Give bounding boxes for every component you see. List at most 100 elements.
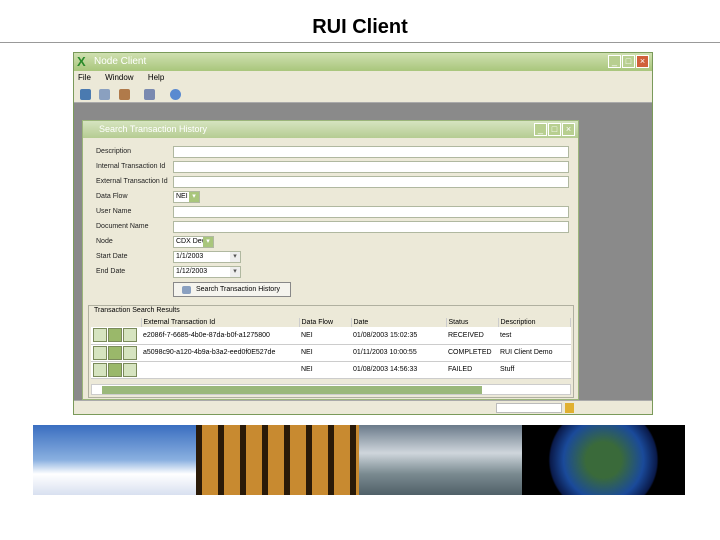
user-name-input[interactable] (173, 206, 569, 218)
end-date-value: 1/12/2003 (176, 268, 208, 275)
forest-sunset-image (196, 425, 359, 495)
search-transaction-dialog: Search Transaction History _ □ × Descrip… (82, 120, 579, 400)
cell-status: RECEIVED (446, 327, 498, 345)
label-internal-id: Internal Transaction Id (96, 163, 166, 170)
document-icon[interactable] (93, 328, 107, 343)
chevron-down-icon[interactable]: ▾ (230, 252, 240, 262)
external-id-input[interactable] (173, 176, 569, 188)
menu-bar: File Window Help (74, 71, 652, 84)
cell-description: Stuff (498, 361, 571, 379)
document-icon[interactable] (93, 362, 107, 377)
node-value: CDX Dev (176, 238, 206, 245)
status-field (496, 403, 562, 413)
transfer-icon[interactable] (144, 89, 156, 100)
label-node: Node (96, 238, 113, 245)
lock-icon (565, 403, 574, 413)
table-row[interactable]: e2086f-7-6685-4b0e-87da-b0f-a1275800 NEI… (91, 327, 571, 345)
cell-external-id: e2086f-7-6685-4b0e-87da-b0f-a1275800 (141, 327, 299, 345)
toolbar (74, 84, 652, 103)
chevron-down-icon[interactable]: ▾ (230, 267, 240, 277)
app-logo-icon: X (77, 54, 86, 69)
column-header[interactable]: External Transaction Id (141, 318, 300, 327)
menu-help[interactable]: Help (148, 73, 164, 82)
table-row[interactable]: NEI 01/08/2003 14:56:33 FAILED Stuff (91, 361, 571, 379)
window-title: Node Client (94, 56, 147, 67)
slide-title: RUI Client (312, 16, 408, 38)
label-data-flow: Data Flow (96, 193, 128, 200)
cell-date: 01/11/2003 10:00:55 (351, 344, 446, 362)
status-bar (74, 400, 652, 414)
cell-description: test (498, 327, 571, 345)
cell-external-id (141, 361, 299, 379)
cell-external-id: a5098c90-a120-4b9a-b3a2-eed0f0E527de (141, 344, 299, 362)
download-icon[interactable] (108, 362, 122, 377)
node-client-window: X Node Client _ □ × File Window Help Sea… (73, 52, 653, 415)
data-flow-select[interactable]: NEI ▾ (173, 191, 200, 203)
cell-date: 01/08/2003 14:56:33 (351, 361, 446, 379)
document-name-input[interactable] (173, 221, 569, 233)
cell-data-flow: NEI (299, 344, 351, 362)
horizontal-scrollbar[interactable] (91, 384, 571, 395)
search-transaction-history-button[interactable]: Search Transaction History (173, 282, 291, 297)
results-panel: Transaction Search Results External Tran… (88, 305, 574, 398)
users-icon[interactable] (118, 89, 130, 100)
search-icon (182, 286, 191, 294)
earth-globe-image (522, 425, 685, 495)
column-header[interactable]: Status (446, 318, 499, 327)
cell-data-flow: NEI (299, 327, 351, 345)
minimize-button[interactable]: _ (608, 55, 621, 68)
cell-status: FAILED (446, 361, 498, 379)
table-header: External Transaction Id Data Flow Date S… (91, 318, 571, 327)
help-icon[interactable] (169, 89, 181, 100)
label-start-date: Start Date (96, 253, 128, 260)
label-end-date: End Date (96, 268, 126, 275)
label-external-id: External Transaction Id (96, 178, 168, 185)
node-select[interactable]: CDX Dev ▾ (173, 236, 214, 248)
data-flow-value: NEI (176, 193, 188, 200)
chevron-down-icon[interactable]: ▾ (203, 237, 213, 247)
download-icon[interactable] (108, 328, 122, 343)
ocean-waves-image (359, 425, 522, 495)
document-icon[interactable] (93, 345, 107, 360)
description-input[interactable] (173, 146, 569, 158)
label-description: Description (96, 148, 132, 155)
dialog-close-button[interactable]: × (562, 123, 575, 136)
menu-file[interactable]: File (78, 73, 91, 82)
search-button-label: Search Transaction History (196, 286, 281, 293)
cell-date: 01/08/2003 15:02:35 (351, 327, 446, 345)
dialog-title: Search Transaction History (99, 124, 208, 134)
sky-clouds-image (33, 425, 196, 495)
view-icon[interactable] (123, 328, 137, 343)
window-titlebar[interactable]: X Node Client _ □ × (74, 53, 652, 71)
results-title: Transaction Search Results (94, 307, 180, 314)
column-header[interactable]: Date (351, 318, 447, 327)
start-date-value: 1/1/2003 (176, 253, 204, 260)
scrollbar-thumb[interactable] (102, 386, 482, 394)
dialog-titlebar[interactable]: Search Transaction History _ □ × (83, 121, 578, 138)
table-row[interactable]: a5098c90-a120-4b9a-b3a2-eed0f0E527de NEI… (91, 344, 571, 362)
actions-header (91, 318, 142, 327)
maximize-button[interactable]: □ (622, 55, 635, 68)
chevron-down-icon[interactable]: ▾ (189, 192, 199, 202)
search-icon[interactable] (99, 89, 111, 100)
column-header[interactable]: Data Flow (299, 318, 352, 327)
view-icon[interactable] (123, 362, 137, 377)
dialog-minimize-button[interactable]: _ (534, 123, 547, 136)
end-date-picker[interactable]: 1/12/2003 ▾ (173, 266, 241, 278)
label-document-name: Document Name (96, 223, 149, 230)
dialog-maximize-button[interactable]: □ (548, 123, 561, 136)
cell-data-flow: NEI (299, 361, 351, 379)
label-user-name: User Name (96, 208, 132, 215)
connect-icon[interactable] (80, 89, 91, 100)
title-divider (0, 42, 720, 43)
start-date-picker[interactable]: 1/1/2003 ▾ (173, 251, 241, 263)
cell-description: RUI Client Demo (498, 344, 571, 362)
results-table: External Transaction Id Data Flow Date S… (91, 318, 571, 379)
download-icon[interactable] (108, 345, 122, 360)
menu-window[interactable]: Window (105, 73, 133, 82)
column-header[interactable]: Description (498, 318, 571, 327)
cell-status: COMPLETED (446, 344, 498, 362)
close-button[interactable]: × (636, 55, 649, 68)
internal-id-input[interactable] (173, 161, 569, 173)
view-icon[interactable] (123, 345, 137, 360)
